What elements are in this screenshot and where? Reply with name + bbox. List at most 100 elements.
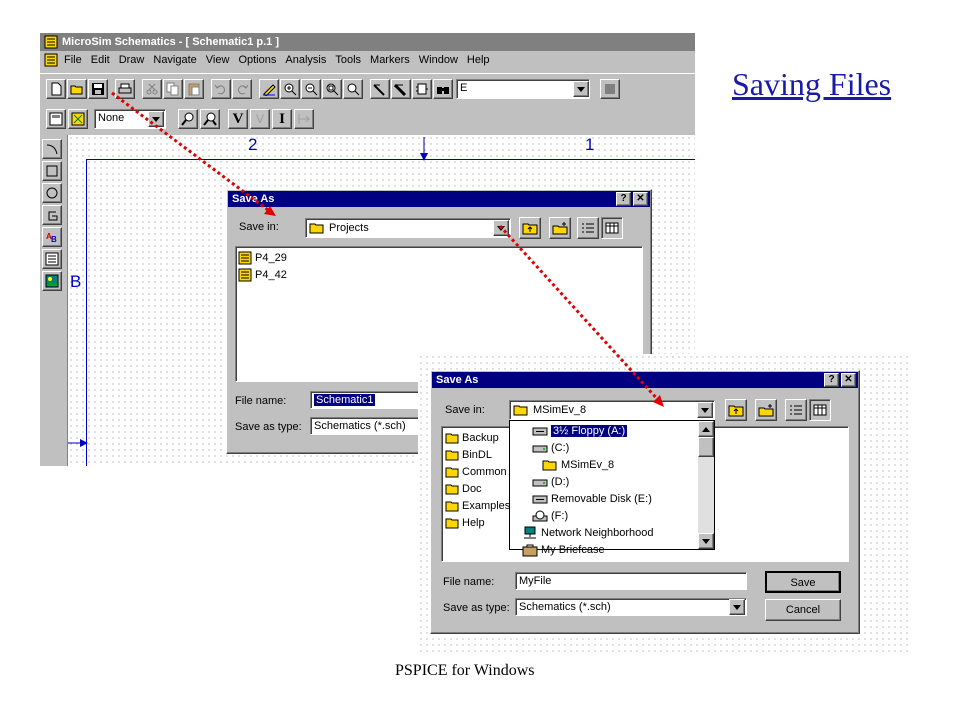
menu-navigate[interactable]: Navigate	[153, 54, 196, 66]
scroll-down-button[interactable]	[698, 533, 714, 549]
list-item[interactable]: P4_42	[238, 266, 642, 283]
dialog2-save-type-select[interactable]: Schematics (*.sch)	[515, 598, 747, 616]
dialog2-help-button[interactable]: ?	[824, 373, 839, 387]
up-folder-icon	[522, 223, 538, 235]
dialog2-save-in-dropdown[interactable]	[697, 402, 713, 418]
place-bus-button[interactable]	[391, 79, 411, 99]
menu-help[interactable]: Help	[467, 54, 490, 66]
dropdown-item-c-drive[interactable]: (C:)	[510, 439, 698, 456]
import-picture-tool[interactable]	[42, 271, 62, 291]
dialog1-list-view-button[interactable]	[577, 217, 599, 239]
paste-button[interactable]	[184, 79, 204, 99]
dialog2-list-view-button[interactable]	[785, 399, 807, 421]
menu-edit[interactable]: Edit	[91, 54, 110, 66]
folder-icon	[445, 433, 459, 443]
part-name-box[interactable]: E	[456, 79, 590, 99]
menu-markers[interactable]: Markers	[370, 54, 410, 66]
dialog1-help-button[interactable]: ?	[616, 192, 631, 206]
new-button[interactable]	[46, 79, 66, 99]
zoom-all-button[interactable]	[343, 79, 363, 99]
place-wire-button[interactable]	[370, 79, 390, 99]
box-tool[interactable]	[42, 161, 62, 181]
dropdown-item-briefcase[interactable]: My Briefcase	[510, 541, 698, 558]
zoom-area-button[interactable]	[322, 79, 342, 99]
copy-button[interactable]	[163, 79, 183, 99]
dialog2-titlebar[interactable]: Save As ? ✕	[432, 372, 858, 388]
folder-icon	[445, 450, 459, 460]
setup-analysis-button[interactable]	[178, 109, 198, 129]
dialog2-save-in-select[interactable]: MSimEv_8	[509, 400, 715, 420]
dropdown-scrollbar[interactable]	[698, 421, 714, 549]
chevron-down-icon	[497, 225, 505, 231]
dropdown-item-network[interactable]: Network Neighborhood	[510, 524, 698, 541]
voltage-diff-marker-button[interactable]: V	[250, 109, 270, 129]
menu-options[interactable]: Options	[238, 54, 276, 66]
menu-window[interactable]: Window	[419, 54, 458, 66]
scroll-up-button[interactable]	[698, 421, 714, 437]
dialog1-details-view-button[interactable]	[601, 217, 623, 239]
hierarchy-button[interactable]	[46, 109, 66, 129]
style-select[interactable]: None	[94, 109, 166, 129]
save-toolbar-button[interactable]	[88, 79, 108, 99]
dialog2-close-button[interactable]: ✕	[841, 373, 856, 387]
style-dropdown-button[interactable]	[148, 111, 164, 127]
dialog1-up-folder-button[interactable]	[519, 217, 541, 239]
dropdown-item-d-drive[interactable]: (D:)	[510, 473, 698, 490]
dropdown-item-f-drive[interactable]: (F:)	[510, 507, 698, 524]
text-tool[interactable]: AB	[42, 227, 62, 247]
dialog1-titlebar[interactable]: Save As ? ✕	[228, 191, 650, 207]
dialog1-save-in-dropdown[interactable]	[493, 220, 509, 236]
menu-tools[interactable]: Tools	[335, 54, 361, 66]
cancel-button[interactable]: Cancel	[765, 599, 841, 621]
open-button[interactable]	[67, 79, 87, 99]
draw-block-button[interactable]	[412, 79, 432, 99]
app-titlebar[interactable]: MicroSim Schematics - [ Schematic1 p.1 ]	[40, 33, 695, 51]
part-dropdown-button[interactable]	[573, 81, 589, 97]
dialog2-new-folder-button[interactable]	[755, 399, 777, 421]
dialog1-close-button[interactable]: ✕	[633, 192, 648, 206]
dropdown-item-msimev8[interactable]: MSimEv_8	[510, 456, 698, 473]
polyline-tool[interactable]	[42, 205, 62, 225]
toolbar-secondary: None V V I	[40, 105, 695, 133]
list-item[interactable]: P4_29	[238, 249, 642, 266]
menu-file[interactable]: File	[64, 54, 82, 66]
menu-view[interactable]: View	[206, 54, 230, 66]
zoom-out-button[interactable]	[301, 79, 321, 99]
zoom-in-button[interactable]	[280, 79, 300, 99]
save-in-dropdown-list[interactable]: 3½ Floppy (A:) (C:) MSimEv_8 (D:) Remova…	[509, 420, 715, 556]
get-part-button[interactable]	[433, 79, 453, 99]
simulate-button[interactable]	[200, 109, 220, 129]
dialog1-save-in-select[interactable]: Projects	[305, 218, 511, 238]
dialog2-save-type-dropdown[interactable]	[729, 599, 745, 615]
cut-button[interactable]	[142, 79, 162, 99]
dialog1-save-in-label: Save in:	[239, 221, 279, 233]
menu-draw[interactable]: Draw	[119, 54, 145, 66]
save-button[interactable]: Save	[765, 571, 841, 593]
current-marker-button[interactable]: I	[272, 109, 292, 129]
hard-drive-icon	[532, 445, 548, 452]
dropdown-item-floppy[interactable]: 3½ Floppy (A:)	[510, 422, 698, 439]
menu-analysis[interactable]: Analysis	[285, 54, 326, 66]
part-browser-icon	[605, 84, 615, 94]
dialog1-new-folder-button[interactable]	[549, 217, 571, 239]
textbox-tool[interactable]	[42, 249, 62, 269]
scroll-thumb[interactable]	[698, 437, 714, 457]
part-browser-button[interactable]	[600, 79, 620, 99]
draw-wire-button[interactable]	[259, 79, 279, 99]
folder-icon	[445, 484, 459, 494]
dialog2-up-folder-button[interactable]	[725, 399, 747, 421]
print-button[interactable]	[115, 79, 135, 99]
arc-tool[interactable]	[42, 139, 62, 159]
slide-title: Saving Files	[732, 66, 892, 102]
toolbar-main: E	[40, 73, 695, 104]
power-marker-button[interactable]	[294, 109, 314, 129]
undo-icon	[214, 84, 225, 95]
dialog2-details-view-button[interactable]	[809, 399, 831, 421]
dialog2-file-name-input[interactable]: MyFile	[515, 572, 747, 590]
symbol-button[interactable]	[68, 109, 88, 129]
circle-tool[interactable]	[42, 183, 62, 203]
dropdown-item-e-drive[interactable]: Removable Disk (E:)	[510, 490, 698, 507]
redo-button[interactable]	[232, 79, 252, 99]
undo-button[interactable]	[211, 79, 231, 99]
voltage-marker-button[interactable]: V	[228, 109, 248, 129]
